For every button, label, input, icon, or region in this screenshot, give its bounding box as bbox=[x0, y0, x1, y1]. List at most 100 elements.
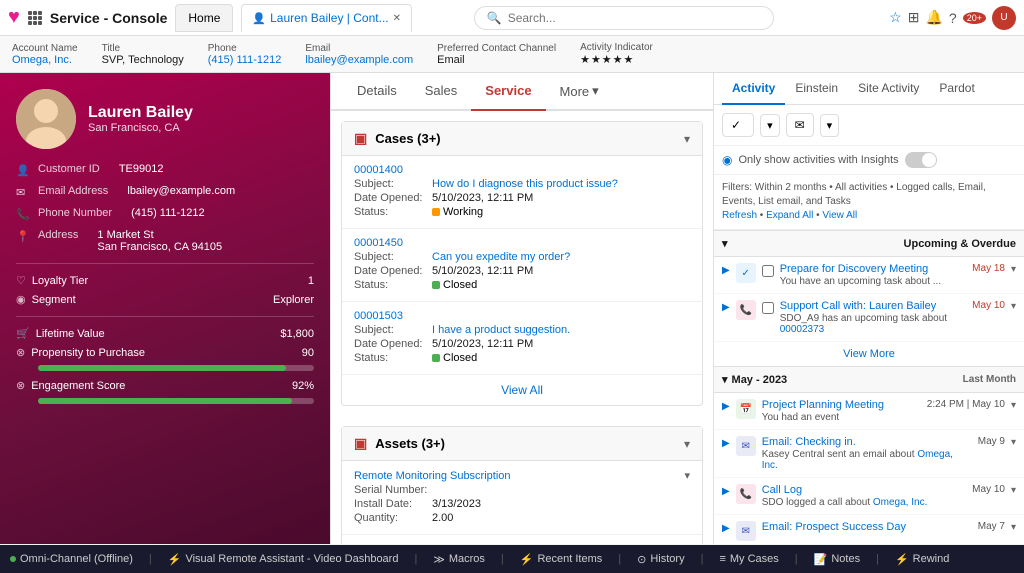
tab-close-icon[interactable]: ✕ bbox=[393, 13, 401, 24]
star-icon[interactable]: ☆ bbox=[889, 9, 902, 26]
asset-item-1: Remote Monitoring Subscription ▾ Serial … bbox=[342, 461, 702, 535]
my-cases-item[interactable]: ≡ My Cases bbox=[719, 553, 778, 565]
task-icon: ✓ bbox=[731, 118, 741, 132]
cases-toggle[interactable]: ▾ bbox=[684, 132, 690, 146]
email-link[interactable]: lbailey@example.com bbox=[305, 54, 413, 66]
omega-link[interactable]: Omega, Inc. bbox=[762, 449, 953, 471]
activity-dropdown-0[interactable]: ▾ bbox=[1011, 264, 1016, 275]
notes-item[interactable]: 📝 Notes bbox=[814, 553, 860, 566]
recent-items[interactable]: ⚡ Recent Items bbox=[520, 553, 603, 566]
expand-icon-1[interactable]: ▶ bbox=[722, 300, 730, 313]
activity-title-2[interactable]: Project Planning Meeting bbox=[762, 399, 921, 411]
asset-1-toggle[interactable]: ▾ bbox=[684, 469, 690, 482]
tab-service[interactable]: Service bbox=[471, 73, 545, 111]
home-tab[interactable]: Home bbox=[175, 4, 233, 32]
profile-section: Lauren Bailey San Francisco, CA bbox=[16, 89, 314, 149]
asset-2-name[interactable]: Small Turbine bbox=[354, 544, 421, 545]
omega-link-2[interactable]: Omega, Inc. bbox=[873, 497, 927, 508]
activity-dropdown-4[interactable]: ▾ bbox=[1011, 485, 1016, 496]
task-dropdown[interactable]: ▾ bbox=[760, 114, 780, 137]
account-link[interactable]: Omega, Inc. bbox=[12, 54, 72, 66]
insights-toggle-bar: ◉ Only show activities with Insights bbox=[714, 146, 1024, 175]
activity-title-5[interactable]: Email: Prospect Success Day bbox=[762, 521, 972, 533]
phone-link[interactable]: (415) 111-1212 bbox=[208, 54, 282, 66]
loyalty-icon: ♡ bbox=[16, 274, 26, 287]
activity-title-1[interactable]: Support Call with: Lauren Bailey bbox=[780, 300, 966, 312]
case-link-3[interactable]: 00001503 bbox=[354, 310, 403, 322]
upcoming-collapse-icon[interactable]: ▾ bbox=[722, 237, 728, 250]
activity-title-4[interactable]: Call Log bbox=[762, 484, 966, 496]
task-checkbox-0[interactable] bbox=[762, 265, 774, 277]
tab-einstein[interactable]: Einstein bbox=[785, 73, 848, 105]
insights-toggle-switch[interactable] bbox=[905, 152, 937, 168]
visual-assistant-status[interactable]: ⚡ Visual Remote Assistant - Video Dashbo… bbox=[168, 553, 399, 566]
expand-icon-2[interactable]: ▶ bbox=[722, 399, 730, 412]
tab-activity[interactable]: Activity bbox=[722, 73, 785, 105]
case-3-subject-link[interactable]: I have a product suggestion. bbox=[432, 324, 570, 336]
cases-section: ▣ Cases (3+) ▾ 00001400 Subject: How do … bbox=[341, 121, 703, 406]
user-avatar[interactable]: U bbox=[992, 6, 1016, 30]
activity-dropdown-1[interactable]: ▾ bbox=[1011, 301, 1016, 312]
tab-details[interactable]: Details bbox=[343, 73, 411, 111]
email-row: ✉ Email Address lbailey@example.com bbox=[16, 185, 314, 199]
search-input[interactable] bbox=[508, 11, 761, 25]
tab-sales[interactable]: Sales bbox=[411, 73, 472, 111]
activity-dropdown-2[interactable]: ▾ bbox=[1011, 400, 1016, 411]
task-checkbox-1[interactable] bbox=[762, 302, 774, 314]
activity-title-3[interactable]: Email: Checking in. bbox=[762, 436, 972, 448]
email-dropdown[interactable]: ▾ bbox=[820, 114, 840, 137]
assets-title: ▣ Assets (3+) bbox=[354, 435, 445, 452]
tab-site-activity[interactable]: Site Activity bbox=[848, 73, 929, 105]
may-collapse-icon[interactable]: ▾ bbox=[722, 373, 728, 386]
recent-icon: ⚡ bbox=[520, 553, 534, 566]
assets-toggle[interactable]: ▾ bbox=[684, 437, 690, 451]
case-2-subject-link[interactable]: Can you expedite my order? bbox=[432, 251, 570, 263]
activity-sub-1: SDO_A9 has an upcoming task about 000023… bbox=[780, 313, 966, 335]
macros-item[interactable]: ≫ Macros bbox=[433, 553, 485, 566]
active-tab[interactable]: 👤 Lauren Bailey | Cont... ✕ bbox=[241, 4, 412, 32]
toggle-knob bbox=[922, 153, 936, 167]
profile-location: San Francisco, CA bbox=[88, 122, 193, 134]
case-2-date: Date Opened: 5/10/2023, 12:11 PM bbox=[354, 265, 690, 277]
activity-date-3: May 9 bbox=[978, 436, 1005, 447]
new-task-btn[interactable]: ✓ bbox=[722, 113, 754, 137]
case-1-subject-link[interactable]: How do I diagnose this product issue? bbox=[432, 178, 618, 190]
expand-icon-4[interactable]: ▶ bbox=[722, 484, 730, 497]
macros-icon: ≫ bbox=[433, 553, 445, 566]
case-3-subject: Subject: I have a product suggestion. bbox=[354, 324, 690, 336]
view-all-link[interactable]: View All bbox=[822, 210, 857, 221]
expand-all-link[interactable]: Expand All bbox=[766, 210, 813, 221]
cases-icon: ▣ bbox=[354, 130, 367, 147]
case-link-2[interactable]: 00001450 bbox=[354, 237, 403, 249]
case-2-subject: Subject: Can you expedite my order? bbox=[354, 251, 690, 263]
propensity-icon: ⊗ bbox=[16, 346, 25, 359]
propensity-fill bbox=[38, 365, 286, 371]
refresh-link[interactable]: Refresh bbox=[722, 210, 757, 221]
bell-icon[interactable]: 🔔 bbox=[925, 9, 942, 26]
grid-icon[interactable] bbox=[28, 11, 42, 25]
cases-view-all[interactable]: View All bbox=[342, 375, 702, 405]
cases-title: ▣ Cases (3+) bbox=[354, 130, 441, 147]
case-link-1[interactable]: 00001400 bbox=[354, 164, 403, 176]
asset-2-toggle[interactable]: ▾ bbox=[684, 543, 690, 544]
expand-icon-5[interactable]: ▶ bbox=[722, 521, 730, 534]
rewind-item[interactable]: ⚡ Rewind bbox=[895, 553, 949, 566]
tab-more[interactable]: More ▾ bbox=[546, 73, 613, 109]
activity-title-0[interactable]: Prepare for Discovery Meeting bbox=[780, 263, 966, 275]
expand-icon-0[interactable]: ▶ bbox=[722, 263, 730, 276]
history-item[interactable]: ⊙ History bbox=[637, 553, 684, 566]
help-icon[interactable]: ? bbox=[949, 10, 957, 26]
engagement-row: ⊗ Engagement Score 92% bbox=[16, 379, 314, 392]
activity-dropdown-3[interactable]: ▾ bbox=[1011, 437, 1016, 448]
activity-dropdown-5[interactable]: ▾ bbox=[1011, 522, 1016, 533]
case-link-activity[interactable]: 00002373 bbox=[780, 324, 825, 335]
tab-pardot[interactable]: Pardot bbox=[929, 73, 984, 105]
send-email-btn[interactable]: ✉ bbox=[786, 113, 814, 137]
rewind-icon: ⚡ bbox=[895, 553, 909, 566]
activity-content-1: Support Call with: Lauren Bailey SDO_A9 … bbox=[780, 300, 966, 335]
asset-1-name[interactable]: Remote Monitoring Subscription bbox=[354, 470, 511, 482]
omni-channel-status[interactable]: Omni-Channel (Offline) bbox=[10, 553, 133, 565]
view-more-btn[interactable]: View More bbox=[714, 342, 1024, 366]
apps-icon[interactable]: ⊞ bbox=[908, 9, 920, 26]
expand-icon-3[interactable]: ▶ bbox=[722, 436, 730, 449]
